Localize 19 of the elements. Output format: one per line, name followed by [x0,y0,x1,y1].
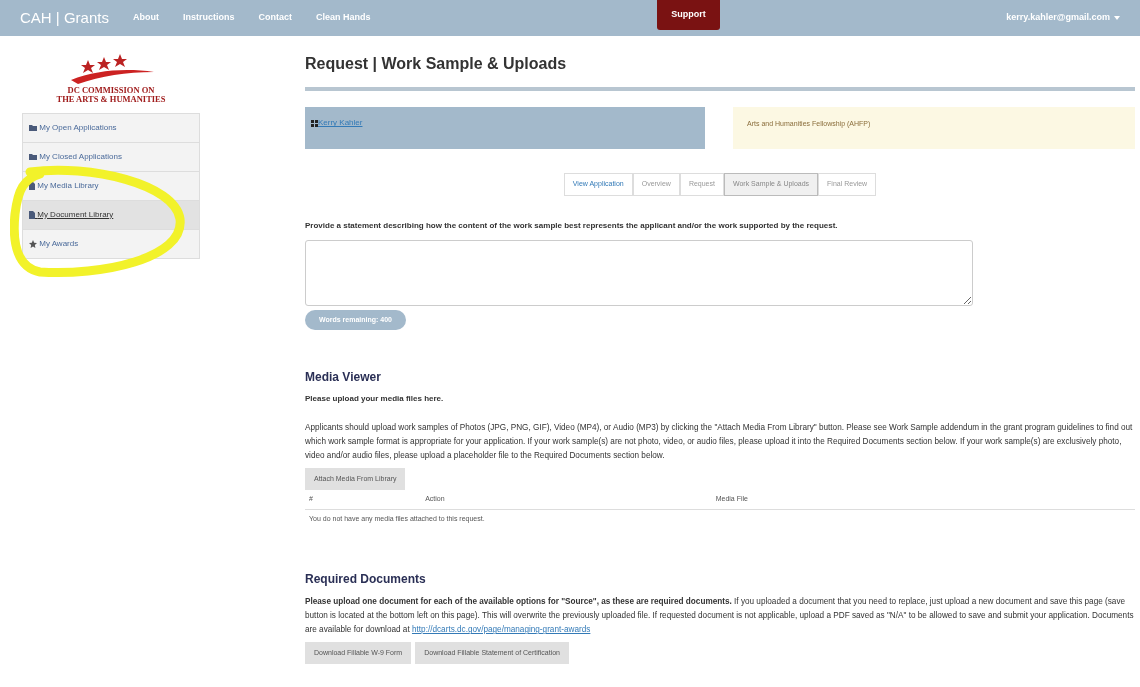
file-icon [29,181,35,190]
section-heading: Required Documents [305,572,427,587]
statement-label: Provide a statement describing how the content of the work sample best represents the applicant and/or the work supported by the request. [305,219,839,232]
logo-text: DC COMMISSION ON THE ARTS & HUMANITIES [56,86,166,105]
support-button[interactable]: Support [657,0,720,30]
star-icon [29,239,37,248]
folder-icon [29,124,37,132]
folder-icon [29,153,37,161]
page-title: Request | Work Sample & Uploads [305,54,568,74]
sidebar-item[interactable]: My Open Applications [22,112,200,143]
grid-icon [311,119,318,127]
instructions-text: Please upload one document for each of the available options for "Source", as these are required documents. If you uploaded a document that you need to replace, just upload a new document and save this page (save button is located at the bottom left on this page). This will overwrite the previously uploaded file. If requested document is not applicable, upload a PDF saved as "N/A" to be allowed to save and submit your application. Documents are available for download at http://dcarts.dc.gov/page/managing-grant-awards [305,595,1135,637]
file-icon [29,210,35,219]
download-link[interactable]: http://dcarts.dc.gov/page/managing-grant-awards [411,625,591,635]
caret-icon [1114,16,1120,20]
section-heading: Media Viewer [305,370,382,385]
instructions-text: Applicants should upload work samples of Photos (JPG, PNG, GIF), Video (MP4), or Audio (MP3) by clicking the "Attach Media From Library" button. Please see Work Sample addendum in the grant program guidelines to find out which work sample format is appropriate for your application. If your work sample(s) are not photo, video, or audio files, please upload it into the Required Documents section below. If your work sample(s) are exclusively photo, video and/or audio files, please upload a placeholder file to the Required Documents section below. [305,421,1134,463]
section-subheading: Please upload your media files here. [305,392,445,405]
statement-field[interactable] [305,239,973,306]
